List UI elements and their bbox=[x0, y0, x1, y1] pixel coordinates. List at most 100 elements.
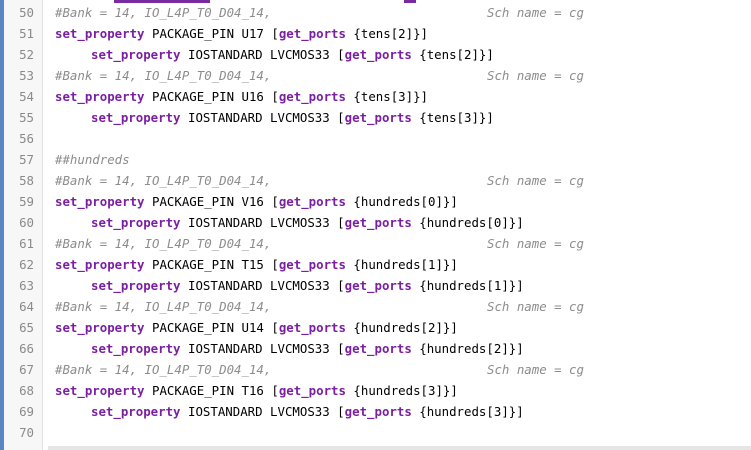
iostandard-statement: set_property IOSTANDARD LVCMOS33 [get_po… bbox=[91, 401, 524, 422]
comment-text: #Bank = 14, IO_L4P_T0_D04_14, bbox=[55, 236, 272, 251]
line-number: 68 bbox=[19, 383, 34, 398]
keyword-get-ports: get_ports bbox=[278, 257, 346, 272]
code-line[interactable]: 64 #Bank = 14, IO_L4P_T0_D04_14, Sch name … bbox=[0, 296, 751, 317]
comment-schematic-name: Sch name = cg bbox=[487, 362, 584, 377]
keyword-set-property: set_property bbox=[55, 383, 145, 398]
code-line[interactable]: 62 set_property PACKAGE_PIN T15 [get_port… bbox=[0, 254, 751, 275]
port-name: {hundreds[3]}] bbox=[411, 404, 524, 419]
code-line[interactable]: 54 set_property PACKAGE_PIN U16 [get_port… bbox=[0, 86, 751, 107]
comment-schematic-name: Sch name = cg bbox=[487, 299, 584, 314]
line-number: 58 bbox=[19, 173, 34, 188]
port-name: {tens[3]}] bbox=[411, 110, 494, 125]
statement-args: PACKAGE_PIN U17 [ bbox=[144, 26, 279, 41]
line-number: 53 bbox=[19, 68, 34, 83]
port-name: {hundreds[2]}] bbox=[411, 341, 524, 356]
iostandard-statement: set_property IOSTANDARD LVCMOS33 [get_po… bbox=[91, 212, 524, 233]
line-number: 51 bbox=[19, 26, 34, 41]
comment-schematic-name: Sch name = cg bbox=[487, 173, 584, 188]
package-pin-statement: set_property PACKAGE_PIN U17 [get_ports … bbox=[55, 23, 428, 44]
line-number: 56 bbox=[19, 131, 34, 146]
statement-args: IOSTANDARD LVCMOS33 [ bbox=[180, 47, 345, 62]
line-number: 66 bbox=[19, 341, 34, 356]
code-line[interactable]: 69 set_property IOSTANDARD LVCMOS33 [get_… bbox=[0, 401, 751, 422]
line-number: 55 bbox=[19, 110, 34, 125]
package-pin-statement: set_property PACKAGE_PIN V16 [get_ports … bbox=[55, 191, 458, 212]
code-line[interactable]: 50 #Bank = 14, IO_L4P_T0_D04_14, Sch name … bbox=[0, 2, 751, 23]
keyword-get-ports: get_ports bbox=[344, 215, 412, 230]
code-line[interactable]: 53 #Bank = 14, IO_L4P_T0_D04_14, Sch name … bbox=[0, 65, 751, 86]
code-line[interactable]: 65 set_property PACKAGE_PIN U14 [get_port… bbox=[0, 317, 751, 338]
statement-args: IOSTANDARD LVCMOS33 [ bbox=[180, 404, 345, 419]
statement-args: PACKAGE_PIN U16 [ bbox=[144, 89, 279, 104]
package-pin-statement: set_property PACKAGE_PIN T15 [get_ports … bbox=[55, 254, 458, 275]
port-name: {hundreds[0]}] bbox=[345, 194, 458, 209]
comment-schematic-name: Sch name = cg bbox=[487, 68, 584, 83]
port-name: {hundreds[2]}] bbox=[345, 320, 458, 335]
code-editor[interactable]: 50 #Bank = 14, IO_L4P_T0_D04_14, Sch name … bbox=[0, 0, 751, 450]
code-line[interactable]: 66 set_property IOSTANDARD LVCMOS33 [get_… bbox=[0, 338, 751, 359]
statement-args: IOSTANDARD LVCMOS33 [ bbox=[180, 341, 345, 356]
keyword-set-property: set_property bbox=[55, 89, 145, 104]
comment-text: #Bank = 14, IO_L4P_T0_D04_14, bbox=[55, 299, 272, 314]
port-name: {tens[2]}] bbox=[411, 47, 494, 62]
port-name: {tens[2]}] bbox=[345, 26, 429, 41]
comment-text: #Bank = 14, IO_L4P_T0_D04_14, bbox=[55, 362, 272, 377]
comment-schematic-name: Sch name = cg bbox=[487, 5, 584, 20]
code-line[interactable]: 60 set_property IOSTANDARD LVCMOS33 [get_… bbox=[0, 212, 751, 233]
port-name: {hundreds[3]}] bbox=[345, 383, 458, 398]
statement-args: PACKAGE_PIN T15 [ bbox=[144, 257, 279, 272]
code-line[interactable]: 52 set_property IOSTANDARD LVCMOS33 [get_… bbox=[0, 44, 751, 65]
code-line[interactable]: 51 set_property PACKAGE_PIN U17 [get_port… bbox=[0, 23, 751, 44]
keyword-set-property: set_property bbox=[55, 26, 145, 41]
keyword-get-ports: get_ports bbox=[278, 26, 346, 41]
keyword-set-property: set_property bbox=[91, 278, 181, 293]
horizontal-scrollbar[interactable] bbox=[48, 446, 751, 450]
comment-text: #Bank = 14, IO_L4P_T0_D04_14, bbox=[55, 5, 272, 20]
code-line[interactable]: 55 set_property IOSTANDARD LVCMOS33 [get_… bbox=[0, 107, 751, 128]
package-pin-statement: set_property PACKAGE_PIN T16 [get_ports … bbox=[55, 380, 458, 401]
line-number: 50 bbox=[19, 5, 34, 20]
code-line[interactable]: 61 #Bank = 14, IO_L4P_T0_D04_14, Sch name … bbox=[0, 233, 751, 254]
line-number: 59 bbox=[19, 194, 34, 209]
port-name: {tens[3]}] bbox=[345, 89, 429, 104]
code-line[interactable]: 59 set_property PACKAGE_PIN V16 [get_port… bbox=[0, 191, 751, 212]
keyword-get-ports: get_ports bbox=[344, 341, 412, 356]
keyword-get-ports: get_ports bbox=[344, 47, 412, 62]
line-number: 63 bbox=[19, 278, 34, 293]
line-number: 60 bbox=[19, 215, 34, 230]
statement-args: PACKAGE_PIN V16 [ bbox=[144, 194, 279, 209]
statement-args: IOSTANDARD LVCMOS33 [ bbox=[180, 215, 345, 230]
code-line[interactable]: 56 bbox=[0, 128, 751, 149]
code-line[interactable]: 67 #Bank = 14, IO_L4P_T0_D04_14, Sch name … bbox=[0, 359, 751, 380]
keyword-set-property: set_property bbox=[55, 257, 145, 272]
line-number: 69 bbox=[19, 404, 34, 419]
port-name: {hundreds[0]}] bbox=[411, 215, 524, 230]
keyword-get-ports: get_ports bbox=[344, 278, 412, 293]
keyword-get-ports: get_ports bbox=[344, 110, 412, 125]
code-line[interactable]: 58 #Bank = 14, IO_L4P_T0_D04_14, Sch name … bbox=[0, 170, 751, 191]
code-line[interactable]: 63 set_property IOSTANDARD LVCMOS33 [get_… bbox=[0, 275, 751, 296]
comment-text: #Bank = 14, IO_L4P_T0_D04_14, bbox=[55, 68, 272, 83]
package-pin-statement: set_property PACKAGE_PIN U16 [get_ports … bbox=[55, 86, 428, 107]
statement-args: PACKAGE_PIN T16 [ bbox=[144, 383, 279, 398]
keyword-get-ports: get_ports bbox=[344, 404, 412, 419]
keyword-set-property: set_property bbox=[91, 110, 181, 125]
comment-text: ##hundreds bbox=[55, 152, 130, 167]
code-line[interactable]: 68 set_property PACKAGE_PIN T16 [get_port… bbox=[0, 380, 751, 401]
package-pin-statement: set_property PACKAGE_PIN U14 [get_ports … bbox=[55, 317, 458, 338]
comment-text: #Bank = 14, IO_L4P_T0_D04_14, bbox=[55, 173, 272, 188]
iostandard-statement: set_property IOSTANDARD LVCMOS33 [get_po… bbox=[91, 338, 524, 359]
iostandard-statement: set_property IOSTANDARD LVCMOS33 [get_po… bbox=[91, 107, 494, 128]
statement-args: IOSTANDARD LVCMOS33 [ bbox=[180, 278, 345, 293]
keyword-get-ports: get_ports bbox=[278, 320, 346, 335]
code-line[interactable]: 70 bbox=[0, 422, 751, 443]
line-number: 65 bbox=[19, 320, 34, 335]
code-line[interactable]: 57 ##hundreds bbox=[0, 149, 751, 170]
keyword-set-property: set_property bbox=[91, 215, 181, 230]
keyword-set-property: set_property bbox=[91, 47, 181, 62]
line-number: 52 bbox=[19, 47, 34, 62]
iostandard-statement: set_property IOSTANDARD LVCMOS33 [get_po… bbox=[91, 275, 524, 296]
keyword-get-ports: get_ports bbox=[278, 89, 346, 104]
line-number: 70 bbox=[19, 425, 34, 440]
statement-args: PACKAGE_PIN U14 [ bbox=[144, 320, 279, 335]
